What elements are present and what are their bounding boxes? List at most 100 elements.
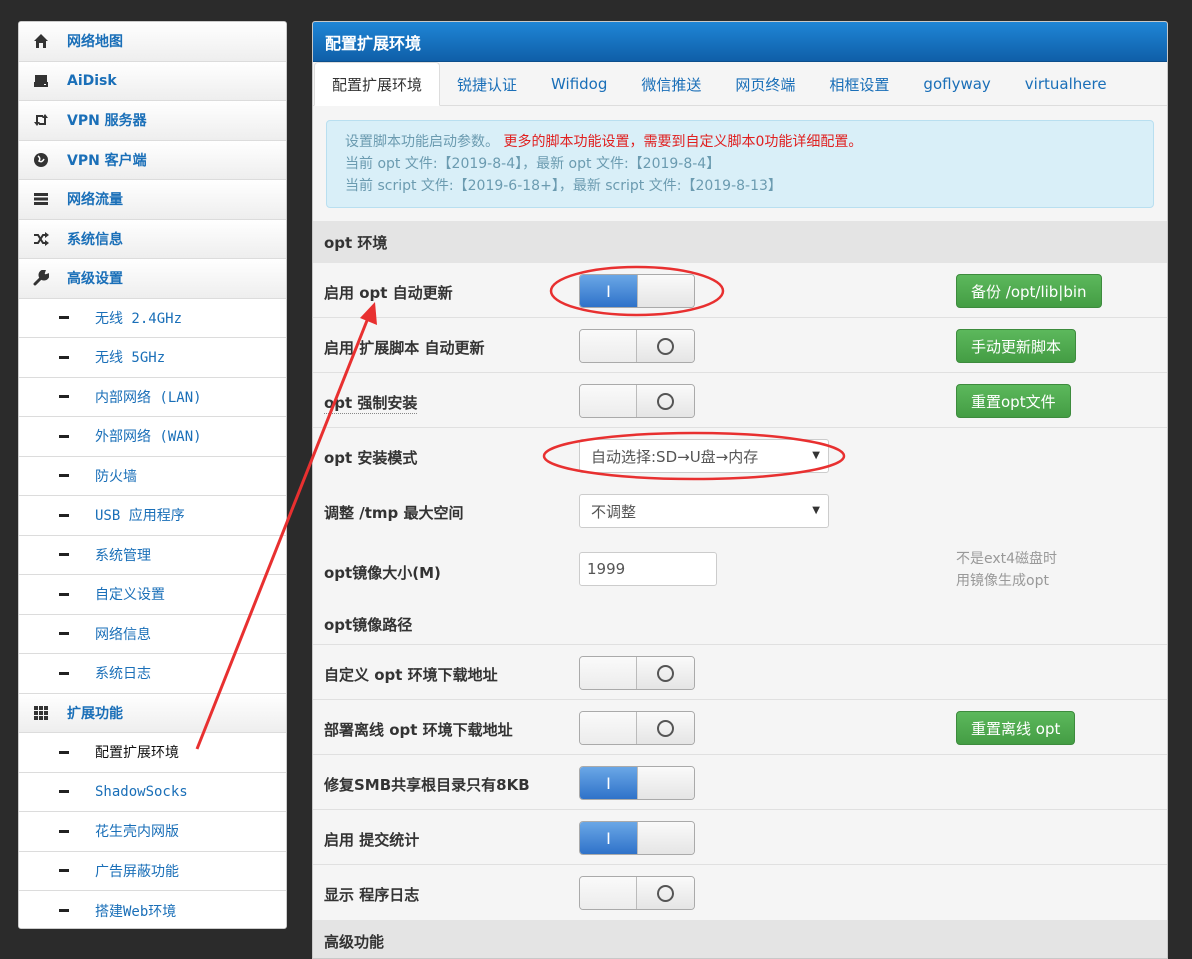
- panel-title: 配置扩展环境: [313, 22, 1167, 62]
- row-label: opt镜像路径: [324, 616, 413, 634]
- sidebar-item-network-map[interactable]: 网络地图: [19, 22, 286, 62]
- sidebar-subitem-syslog[interactable]: 系统日志: [19, 654, 286, 694]
- tab-wifidog[interactable]: Wifidog: [534, 62, 624, 106]
- tab-wechat-push[interactable]: 微信推送: [624, 62, 718, 106]
- offline-opt-url-toggle[interactable]: [579, 711, 695, 745]
- sidebar-subitem-web-env[interactable]: 搭建Web环境: [19, 891, 286, 928]
- row-label: opt镜像大小(M): [324, 564, 441, 582]
- sidebar-subitem-label: USB 应用程序: [95, 508, 185, 525]
- row-script-auto-update: 启用 扩展脚本 自动更新 手动更新脚本: [313, 318, 1167, 373]
- sidebar-item-label: 高级设置: [67, 271, 123, 288]
- opt-auto-update-toggle[interactable]: I: [579, 274, 695, 308]
- grid-icon: [31, 703, 51, 723]
- disk-icon: [31, 71, 51, 91]
- script-auto-update-toggle[interactable]: [579, 329, 695, 363]
- dropdown-arrow-icon: ▼: [812, 505, 820, 516]
- dash-icon: [59, 355, 69, 359]
- sidebar-subitem-firewall[interactable]: 防火墙: [19, 456, 286, 496]
- select-value: 自动选择:SD→U盘→内存: [591, 447, 759, 466]
- sidebar-item-vpn-server[interactable]: VPN 服务器: [19, 101, 286, 141]
- toggle-off-circle-icon: [657, 719, 674, 737]
- sidebar-item-label: AiDisk: [67, 72, 117, 89]
- sidebar-item-aidisk[interactable]: AiDisk: [19, 61, 286, 101]
- sidebar-subitem-label: 无线 5GHz: [95, 350, 166, 367]
- image-size-input[interactable]: 1999: [579, 552, 717, 586]
- custom-opt-url-toggle[interactable]: [579, 656, 695, 690]
- backup-opt-button[interactable]: 备份 /opt/lib|bin: [956, 274, 1102, 308]
- tab-photo-frame[interactable]: 相框设置: [812, 62, 906, 106]
- submit-stats-toggle[interactable]: I: [579, 821, 695, 855]
- row-opt-install-mode: opt 安装模式 自动选择:SD→U盘→内存 ▼: [313, 428, 1167, 483]
- tmp-space-select[interactable]: 不调整 ▼: [579, 494, 829, 528]
- globe-icon: [31, 150, 51, 170]
- section-opt-env: opt 环境: [313, 221, 1167, 263]
- row-label: 调整 /tmp 最大空间: [324, 504, 464, 522]
- tab-virtualhere[interactable]: virtualhere: [1008, 62, 1124, 106]
- row-show-log: 显示 程序日志: [313, 865, 1167, 920]
- sidebar-item-advanced[interactable]: 高级设置: [19, 259, 286, 299]
- sidebar-item-system-info[interactable]: 系统信息: [19, 219, 286, 259]
- row-label: 自定义 opt 环境下载地址: [324, 666, 498, 684]
- manual-update-script-button[interactable]: 手动更新脚本: [956, 329, 1077, 363]
- row-label: 显示 程序日志: [324, 886, 420, 904]
- row-label: opt 强制安装: [324, 394, 418, 414]
- main-panel: 配置扩展环境 配置扩展环境 锐捷认证 Wifidog 微信推送 网页终端 相框设…: [312, 21, 1168, 959]
- toggle-on-indicator: I: [580, 822, 637, 854]
- sidebar-subitem-label: 配置扩展环境: [95, 745, 179, 762]
- sidebar-subitem-oray[interactable]: 花生壳内网版: [19, 812, 286, 852]
- tab-config-env[interactable]: 配置扩展环境: [314, 62, 441, 106]
- dash-icon: [59, 909, 69, 913]
- sidebar-subitem-adblock[interactable]: 广告屏蔽功能: [19, 851, 286, 891]
- image-size-note: 不是ext4磁盘时 用镜像生成opt: [956, 548, 1057, 592]
- sidebar-item-extension[interactable]: 扩展功能: [19, 693, 286, 733]
- sidebar-subitem-label: 系统管理: [95, 547, 151, 564]
- opt-force-install-toggle[interactable]: [579, 384, 695, 418]
- sidebar-subitem-wireless-5[interactable]: 无线 5GHz: [19, 338, 286, 378]
- sidebar-subitem-netinfo[interactable]: 网络信息: [19, 614, 286, 654]
- sidebar-subitem-label: 花生壳内网版: [95, 824, 179, 841]
- sidebar-subitem-config-env[interactable]: 配置扩展环境: [19, 733, 286, 773]
- row-label: 修复SMB共享根目录只有8KB: [324, 776, 530, 794]
- sidebar-subitem-custom[interactable]: 自定义设置: [19, 575, 286, 615]
- toggle-off-circle-icon: [657, 337, 674, 355]
- section-advanced: 高级功能: [313, 920, 1167, 958]
- reset-opt-files-button[interactable]: 重置opt文件: [956, 384, 1071, 418]
- dash-icon: [59, 553, 69, 557]
- row-opt-force-install: opt 强制安装 重置opt文件: [313, 373, 1167, 428]
- info-warning: 更多的脚本功能设置，需要到自定义脚本0功能详细配置。: [503, 134, 863, 150]
- sidebar-subitem-shadowsocks[interactable]: ShadowSocks: [19, 772, 286, 812]
- toggle-on-indicator: I: [580, 767, 637, 799]
- install-mode-select[interactable]: 自动选择:SD→U盘→内存 ▼: [579, 439, 829, 473]
- sidebar-subitem-label: 广告屏蔽功能: [95, 863, 179, 880]
- sidebar-subitem-admin[interactable]: 系统管理: [19, 535, 286, 575]
- row-label: 启用 提交统计: [324, 831, 420, 849]
- sidebar-item-label: VPN 服务器: [67, 113, 147, 130]
- note-line: 不是ext4磁盘时: [956, 551, 1058, 567]
- row-opt-auto-update: 启用 opt 自动更新 I 备份 /opt/lib|bin: [313, 263, 1167, 318]
- sidebar-subitem-wan[interactable]: 外部网络 (WAN): [19, 417, 286, 457]
- show-log-toggle[interactable]: [579, 876, 695, 910]
- row-submit-stats: 启用 提交统计 I: [313, 810, 1167, 865]
- note-line: 用镜像生成opt: [956, 573, 1049, 589]
- row-opt-image-size: opt镜像大小(M) 1999 不是ext4磁盘时 用镜像生成opt: [313, 538, 1167, 604]
- wrench-icon: [31, 268, 51, 288]
- sidebar-item-traffic[interactable]: 网络流量: [19, 180, 286, 220]
- tab-web-terminal[interactable]: 网页终端: [718, 62, 812, 106]
- sidebar-subitem-wireless-24[interactable]: 无线 2.4GHz: [19, 298, 286, 338]
- tab-ruijie[interactable]: 锐捷认证: [440, 62, 534, 106]
- sidebar-item-label: 系统信息: [67, 231, 123, 248]
- row-offline-opt-url: 部署离线 opt 环境下载地址 重置离线 opt: [313, 700, 1167, 755]
- smb-fix-toggle[interactable]: I: [579, 766, 695, 800]
- tab-goflyway[interactable]: goflyway: [906, 62, 1007, 106]
- dash-icon: [59, 513, 69, 517]
- sidebar-subitem-label: 系统日志: [95, 666, 151, 683]
- dash-icon: [59, 592, 69, 596]
- sidebar-subitem-lan[interactable]: 内部网络 (LAN): [19, 377, 286, 417]
- sidebar-subitem-label: 网络信息: [95, 626, 151, 643]
- row-label: 启用 opt 自动更新: [324, 284, 453, 302]
- sidebar-subitem-label: 外部网络 (WAN): [95, 429, 202, 446]
- sidebar-item-vpn-client[interactable]: VPN 客户端: [19, 140, 286, 180]
- sidebar-item-label: 网络流量: [67, 192, 123, 209]
- reset-offline-opt-button[interactable]: 重置离线 opt: [956, 711, 1076, 745]
- sidebar-subitem-usb[interactable]: USB 应用程序: [19, 496, 286, 536]
